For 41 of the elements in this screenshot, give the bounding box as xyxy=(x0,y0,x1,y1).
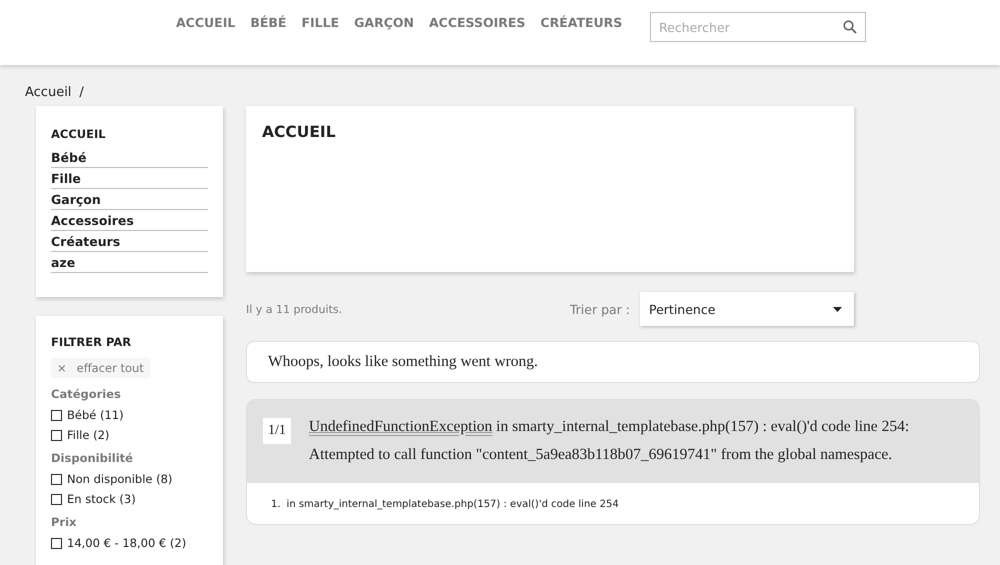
menu-item[interactable]: Accessoires xyxy=(51,210,208,231)
trace-number: 1. xyxy=(271,499,281,510)
breadcrumb-separator: / xyxy=(79,85,84,95)
exception-text: UndefinedFunctionException in smarty_internal_templatebase.php(157) : eval()'d code line 254: Attempted to call function "content_5a9ea83b118b07_69619741" from the global namespace. xyxy=(308,417,910,465)
filter-option[interactable]: Fille (2) xyxy=(67,428,110,442)
menu-item[interactable]: Fille xyxy=(51,168,208,189)
caret-icon xyxy=(833,306,842,312)
sort-dropdown[interactable]: Pertinence xyxy=(640,292,854,326)
menu-item[interactable]: Créateurs xyxy=(51,231,208,252)
nav-link[interactable]: BÉBÉ xyxy=(250,15,286,30)
exception-counter: 1/1 xyxy=(263,418,291,444)
nav-link[interactable]: CRÉATEURS xyxy=(540,15,622,30)
filter-option[interactable]: Bébé (11) xyxy=(67,408,124,422)
checkbox[interactable] xyxy=(51,538,62,548)
nav-link[interactable]: ACCESSOIRES xyxy=(428,15,526,30)
clear-all-button[interactable]: × effacer tout xyxy=(51,358,150,378)
menu-item[interactable]: Garçon xyxy=(51,189,208,210)
trace-line: in smarty_internal_templatebase.php(157) : eval()'d code line 254 xyxy=(286,499,619,510)
nav-link[interactable]: GARÇON xyxy=(354,15,414,30)
checkbox[interactable] xyxy=(51,410,62,420)
filter-group-title: Disponibilité xyxy=(51,451,134,465)
nav-link[interactable]: ACCUEIL xyxy=(176,15,236,30)
menu-title[interactable]: ACCUEIL xyxy=(51,127,208,141)
sort-label: Trier par : xyxy=(570,302,630,316)
menu-item[interactable]: aze xyxy=(51,252,208,273)
category-title: ACCUEIL xyxy=(262,123,337,141)
product-count: Il y a 11 produits. xyxy=(246,302,342,316)
checkbox[interactable] xyxy=(51,430,62,440)
filter-option[interactable]: En stock (3) xyxy=(67,492,136,506)
search-icon[interactable] xyxy=(843,20,857,34)
breadcrumb-link[interactable]: Accueil xyxy=(25,85,72,95)
filter-title: FILTRER PAR xyxy=(51,335,132,349)
checkbox[interactable] xyxy=(51,474,62,484)
filter-option[interactable]: Non disponible (8) xyxy=(67,472,172,486)
checkbox[interactable] xyxy=(51,494,62,504)
filter-option[interactable]: 14,00 € - 18,00 € (2) xyxy=(67,536,186,550)
menu-item[interactable]: Bébé xyxy=(51,147,208,168)
error-message: Whoops, looks like something went wrong. xyxy=(246,341,980,383)
nav-link[interactable]: FILLE xyxy=(301,15,340,30)
filter-group-title: Catégories xyxy=(51,387,122,401)
filter-group-title: Prix xyxy=(51,515,78,529)
